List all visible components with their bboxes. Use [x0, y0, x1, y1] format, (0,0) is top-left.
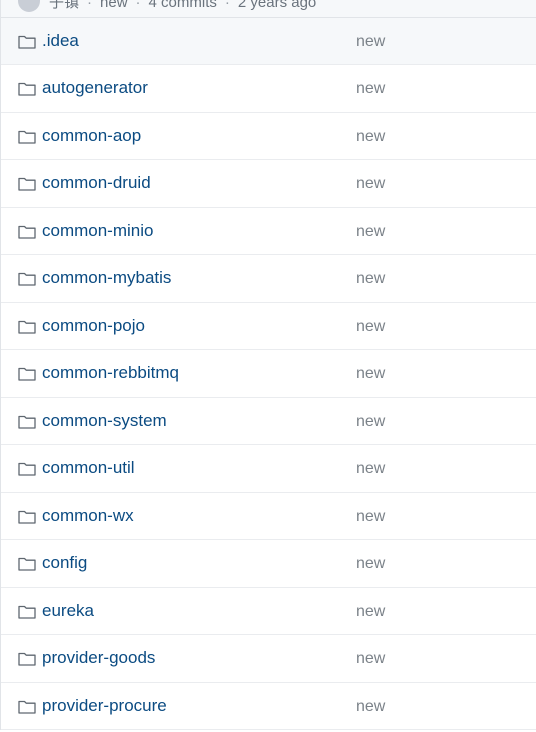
- file-name-link[interactable]: common-util: [42, 458, 135, 478]
- folder-icon: [18, 35, 36, 49]
- file-row[interactable]: common-system new: [1, 397, 536, 446]
- folder-icon: [18, 700, 36, 714]
- commit-message-link[interactable]: new: [356, 650, 385, 668]
- file-browser: 子镇 · new · 4 commits · 2 years ago .idea new aut…: [0, 0, 536, 732]
- folder-icon: [18, 130, 36, 144]
- file-list: .idea new autogenerator new common-aop new com…: [0, 18, 536, 731]
- folder-icon: [18, 273, 36, 286]
- file-row[interactable]: provider-goods new: [1, 635, 536, 683]
- file-row[interactable]: common-rebbitmq new: [1, 350, 536, 398]
- file-name-link[interactable]: provider-procure: [42, 696, 167, 716]
- file-row[interactable]: eureka new: [1, 587, 536, 636]
- file-name-link[interactable]: config: [42, 553, 87, 573]
- file-name-link[interactable]: .idea: [42, 31, 79, 51]
- commit-message-link[interactable]: new: [356, 555, 385, 573]
- folder-icon: [18, 320, 36, 334]
- commit-message-link[interactable]: new: [356, 80, 385, 98]
- file-row[interactable]: common-druid new: [1, 160, 536, 208]
- folder-icon: [18, 415, 36, 429]
- file-row[interactable]: common-util new: [1, 445, 536, 493]
- file-name-link[interactable]: autogenerator: [42, 78, 148, 98]
- file-row[interactable]: autogenerator new: [1, 65, 536, 113]
- file-row[interactable]: common-pojo new: [1, 302, 536, 351]
- commit-age: 2 years ago: [237, 0, 317, 11]
- folder-icon: [18, 225, 36, 239]
- latest-commit-info: 子镇 · new · 4 commits · 2 years ago: [49, 0, 316, 12]
- file-name-link[interactable]: common-rebbitmq: [42, 363, 179, 383]
- file-name-link[interactable]: common-druid: [42, 173, 151, 193]
- file-row[interactable]: provider-procure new: [1, 682, 536, 731]
- commit-message-link[interactable]: new: [356, 128, 385, 146]
- folder-icon: [18, 368, 36, 381]
- file-name-link[interactable]: common-wx: [42, 506, 134, 526]
- commit-message[interactable]: new: [100, 0, 128, 11]
- file-row[interactable]: common-minio new: [1, 207, 536, 256]
- file-name-link[interactable]: common-minio: [42, 221, 153, 241]
- avatar[interactable]: [18, 0, 40, 12]
- file-name-link[interactable]: common-pojo: [42, 316, 145, 336]
- folder-icon: [18, 178, 36, 192]
- folder-icon: [18, 558, 36, 571]
- file-row[interactable]: .idea new: [1, 18, 536, 66]
- folder-icon: [18, 463, 36, 476]
- file-name-link[interactable]: provider-goods: [42, 648, 155, 668]
- commit-message-link[interactable]: new: [356, 223, 385, 241]
- file-row[interactable]: common-wx new: [1, 492, 536, 541]
- file-name-link[interactable]: common-aop: [42, 126, 141, 146]
- file-row[interactable]: common-aop new: [1, 112, 536, 161]
- commit-message-link[interactable]: new: [356, 33, 385, 51]
- commit-message-link[interactable]: new: [356, 508, 385, 526]
- commit-count[interactable]: 4 commits: [149, 0, 217, 11]
- commit-author[interactable]: 子镇: [49, 0, 79, 11]
- file-name-link[interactable]: eureka: [42, 601, 94, 621]
- folder-icon: [18, 652, 36, 666]
- file-name-link[interactable]: common-mybatis: [42, 268, 171, 288]
- folder-icon: [18, 83, 36, 97]
- file-row[interactable]: common-mybatis new: [1, 255, 536, 303]
- commit-message-link[interactable]: new: [356, 413, 385, 431]
- latest-commit-bar: 子镇 · new · 4 commits · 2 years ago: [0, 0, 536, 18]
- commit-message-link[interactable]: new: [356, 318, 385, 336]
- commit-message-link[interactable]: new: [356, 175, 385, 193]
- commit-message-link[interactable]: new: [356, 460, 385, 478]
- commit-message-link[interactable]: new: [356, 603, 385, 621]
- commit-message-link[interactable]: new: [356, 698, 385, 716]
- file-name-link[interactable]: common-system: [42, 411, 167, 431]
- folder-icon: [18, 605, 36, 619]
- commit-message-link[interactable]: new: [356, 270, 385, 288]
- folder-icon: [18, 510, 36, 524]
- file-row[interactable]: config new: [1, 540, 536, 588]
- commit-message-link[interactable]: new: [356, 365, 385, 383]
